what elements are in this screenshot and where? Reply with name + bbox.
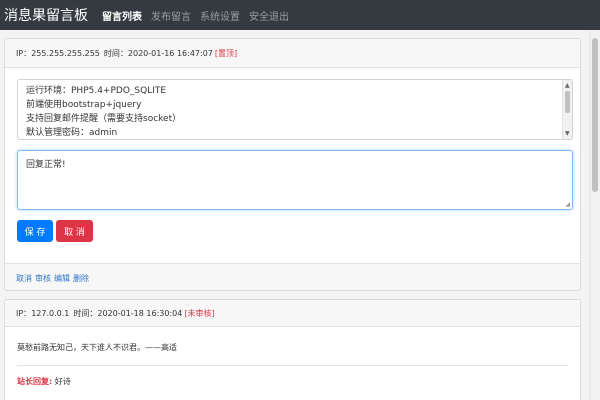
scroll-down-arrow-icon[interactable]: ▼ [565, 130, 570, 137]
divider [17, 365, 568, 366]
page-scrollbar-thumb[interactable] [592, 38, 598, 192]
brand-title[interactable]: 消息果留言板 [4, 5, 88, 25]
post-time: 2020-01-16 16:47:07 [127, 48, 213, 58]
content-line: 前端使用bootstrap+jquery [26, 100, 142, 110]
nav-item-settings[interactable]: 系统设置 [200, 8, 240, 23]
message-card-header: IP： 127.0.0.1 时间： 2020-01-18 16:30:04 [未… [5, 300, 580, 327]
textarea-scrollbar-thumb[interactable] [565, 91, 570, 113]
post-time: 2020-01-18 16:30:04 [97, 308, 183, 318]
resize-handle-icon[interactable]: ◢ [565, 201, 570, 208]
admin-reply-text: 好诗 [54, 377, 71, 386]
ip-address: 127.0.0.1 [31, 308, 70, 318]
ip-label: IP： [16, 308, 32, 318]
time-label: 时间： [103, 48, 128, 58]
message-body: 莫愁前路无知己，天下谁人不识君。——高适 站长回复: 好诗 [17, 338, 568, 387]
reply-textarea-value: 回复正常! [26, 160, 66, 170]
pinned-badge: [置顶] [214, 48, 238, 58]
review-link[interactable]: 审核 [35, 273, 51, 284]
nav-item-post-message[interactable]: 发布留言 [151, 8, 191, 23]
cancel-button[interactable]: 取 消 [56, 220, 93, 242]
message-card-pinned: IP： 255.255.255.255 时间： 2020-01-16 16:47… [4, 38, 581, 291]
delete-link[interactable]: 删除 [73, 273, 89, 284]
message-card-unreviewed: IP： 127.0.0.1 时间： 2020-01-18 16:30:04 [未… [4, 299, 581, 400]
scroll-up-arrow-icon[interactable]: ▲ [565, 82, 570, 89]
top-navbar: 消息果留言板 留言列表 发布留言 系统设置 安全退出 [0, 0, 600, 30]
page-scrollbar[interactable] [589, 30, 600, 400]
textarea-scrollbar[interactable]: ▲ ▼ [562, 80, 572, 139]
message-card-header: IP： 255.255.255.255 时间： 2020-01-16 16:47… [5, 39, 580, 68]
ip-label: IP： [16, 48, 32, 58]
content-line: 支持回复邮件提醒（需要支持socket） [26, 114, 182, 124]
message-text: 莫愁前路无知己，天下谁人不识君。——高适 [17, 343, 177, 352]
admin-reply-label: 站长回复: [17, 377, 53, 386]
content-line: 默认管理密码：admin [26, 128, 118, 138]
message-card-footer: 取消 审核 编辑 删除 [5, 263, 580, 290]
ip-address: 255.255.255.255 [31, 48, 100, 58]
reply-textarea[interactable]: 回复正常! ◢ [17, 150, 573, 210]
save-button[interactable]: 保 存 [17, 220, 53, 242]
nav-item-logout[interactable]: 安全退出 [249, 8, 289, 23]
unreviewed-badge: [未审核] [184, 308, 215, 318]
admin-reply: 站长回复: 好诗 [17, 376, 568, 387]
cancel-link[interactable]: 取消 [16, 273, 32, 284]
nav-item-message-list[interactable]: 留言列表 [102, 8, 142, 23]
content-line: 运行环境：PHP5.4+PDO_SQLITE [26, 86, 167, 96]
edit-link[interactable]: 编辑 [54, 273, 70, 284]
message-content-textarea[interactable]: 运行环境：PHP5.4+PDO_SQLITE 前端使用bootstrap+jqu… [17, 79, 573, 140]
time-label: 时间： [73, 308, 98, 318]
